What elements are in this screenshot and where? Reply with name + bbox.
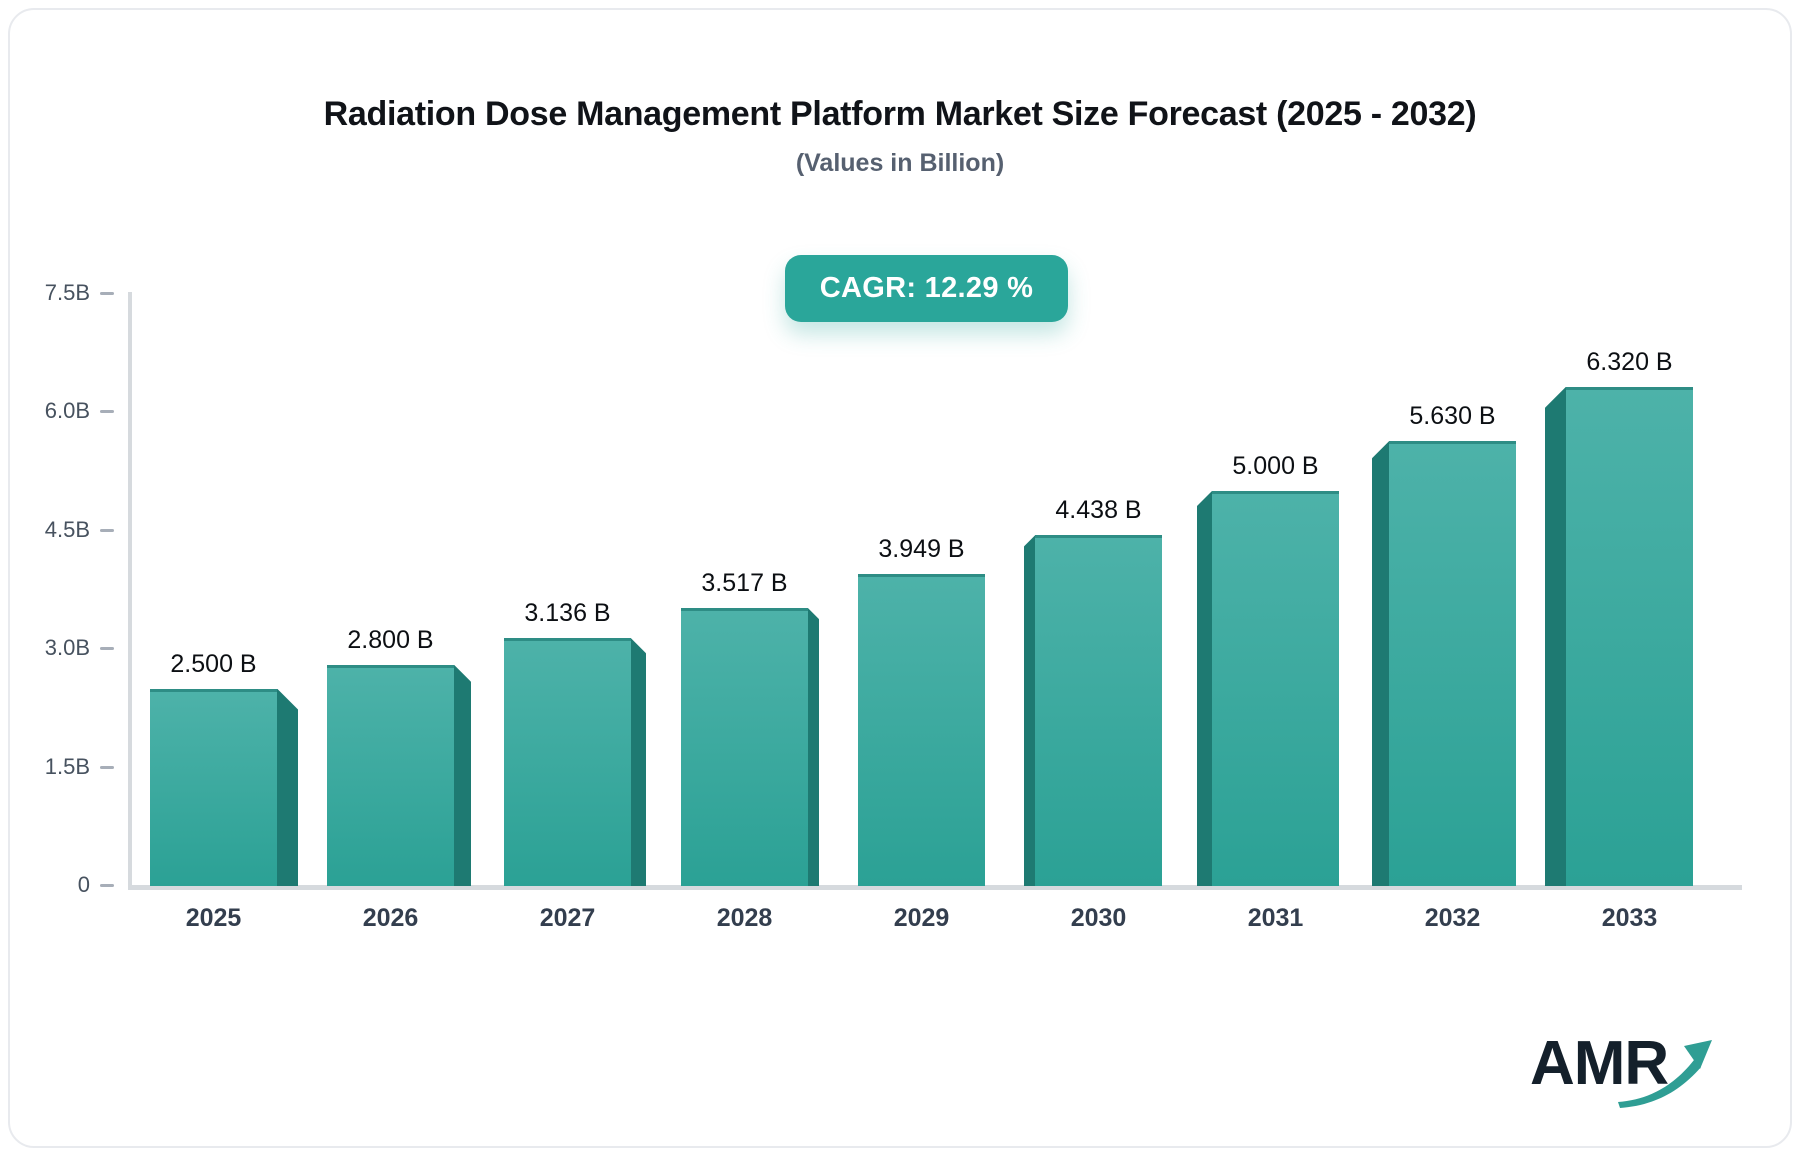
y-axis-tick [100, 765, 114, 769]
bar-2026 [327, 664, 454, 886]
x-axis-label-2033: 2033 [1601, 904, 1658, 932]
y-axis-label: 3.0B [44, 635, 90, 660]
y-axis-label: 7.5B [44, 279, 90, 305]
bar-side-2031 [1197, 491, 1212, 886]
bar-2032 [1389, 441, 1516, 886]
bar-value-2032: 5.630 B [1409, 402, 1496, 431]
x-axis-label-2029: 2029 [893, 904, 950, 932]
x-axis-label-2030: 2030 [1070, 904, 1127, 932]
x-axis-label-2032: 2032 [1424, 904, 1481, 932]
bar-value-2028: 3.517 B [701, 569, 788, 598]
chart-subtitle: (Values in Billion) [795, 149, 1005, 177]
bar-side-2030 [1024, 535, 1035, 886]
y-axis-label: 6.0B [44, 398, 90, 423]
y-axis-tick [100, 528, 114, 532]
growth-arrow-icon [1618, 1040, 1712, 1108]
y-axis-line [128, 292, 132, 890]
y-axis-tick [100, 291, 114, 295]
cagr-badge: CAGR: 12.29 % [785, 255, 1068, 322]
bar-2029 [858, 574, 985, 886]
bar-2028 [681, 608, 808, 886]
x-axis-label-2025: 2025 [185, 904, 242, 932]
bar-side-2033 [1545, 386, 1566, 886]
bar-value-2027: 3.136 B [524, 599, 611, 628]
y-axis-label: 0 [77, 872, 90, 897]
bar-side-2026 [454, 664, 471, 886]
y-axis-tick [100, 647, 114, 650]
bar-value-2031: 5.000 B [1232, 452, 1319, 480]
x-axis-label-2031: 2031 [1247, 904, 1304, 932]
x-axis-label-2027: 2027 [539, 904, 596, 932]
y-axis-tick [100, 884, 114, 887]
y-axis-label: 4.5B [44, 516, 90, 542]
amr-logo: AMR [1522, 1028, 1722, 1118]
bar-value-2026: 2.800 B [347, 625, 434, 654]
y-axis-label: 1.5B [44, 753, 90, 779]
bar-side-2025 [277, 688, 298, 886]
bar-2030 [1035, 535, 1162, 886]
x-axis-label-2026: 2026 [362, 904, 419, 932]
x-axis-label-2028: 2028 [716, 904, 773, 932]
bar-2025 [150, 688, 277, 886]
bar-2031 [1212, 491, 1339, 886]
bar-value-2025: 2.500 B [170, 649, 257, 678]
bar-2033 [1566, 386, 1693, 886]
bar-side-2028 [808, 608, 819, 886]
bar-side-2027 [631, 638, 646, 886]
bar-value-2030: 4.438 B [1055, 496, 1142, 525]
y-axis-tick [100, 410, 114, 413]
bar-side-2032 [1372, 441, 1389, 886]
chart-canvas: Radiation Dose Management Platform Marke… [0, 0, 1800, 1156]
chart-title: Radiation Dose Management Platform Marke… [323, 95, 1477, 133]
bar-2027 [504, 638, 631, 886]
bar-value-2033: 6.320 B [1586, 347, 1673, 376]
bar-value-2029: 3.949 B [878, 535, 965, 564]
